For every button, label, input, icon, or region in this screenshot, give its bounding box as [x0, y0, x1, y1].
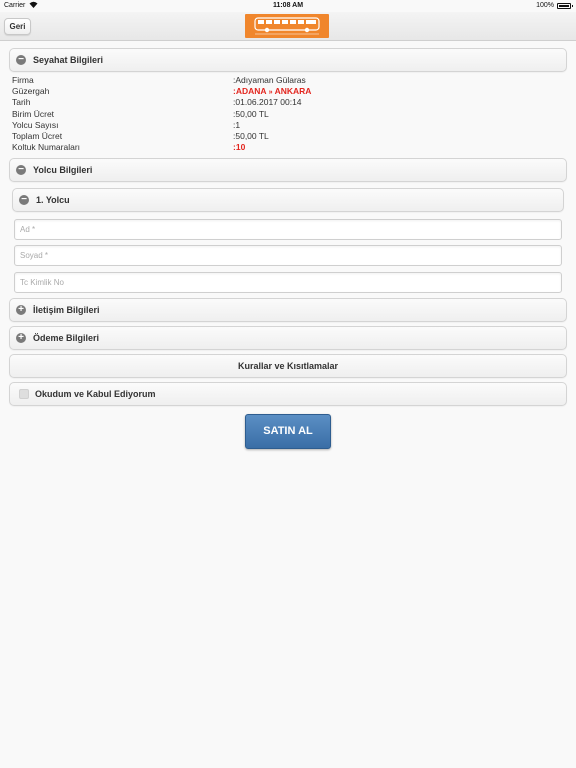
agree-checkbox-row[interactable]: Okudum ve Kabul Ediyorum	[9, 382, 567, 406]
first-name-input[interactable]: Ad *	[14, 219, 562, 240]
bus-logo-icon	[245, 14, 329, 38]
route-origin: ADANA	[235, 86, 267, 97]
contact-info-title: İletişim Bilgileri	[33, 305, 100, 315]
info-row-firma: Firma :Adıyaman Gülaras	[12, 75, 412, 86]
info-row-total: Toplam Ücret :50,00 TL	[12, 131, 412, 142]
info-value: :Adıyaman Gülaras	[233, 75, 306, 85]
travel-info-title: Seyahat Bilgileri	[33, 55, 104, 65]
travel-info-panel-header[interactable]: − Seyahat Bilgileri	[9, 48, 567, 72]
payment-info-panel-header[interactable]: + Ödeme Bilgileri	[9, 326, 567, 350]
travel-info-list: Firma :Adıyaman Gülaras Güzergah :ADANA …	[12, 75, 412, 153]
tc-id-input[interactable]: Tc Kimlik No	[14, 272, 562, 293]
passenger-info-panel-header[interactable]: − Yolcu Bilgileri	[9, 158, 567, 182]
info-label: Toplam Ücret	[12, 130, 63, 141]
info-label: Tarih	[12, 97, 31, 108]
info-row-unit-price: Birim Ücret :50,00 TL	[12, 109, 412, 120]
info-label: Güzergah	[12, 86, 50, 97]
passenger-1-panel-header[interactable]: − 1. Yolcu	[12, 188, 564, 212]
app-header: Geri	[0, 12, 576, 41]
rules-label: Kurallar ve Kısıtlamalar	[237, 361, 339, 371]
info-row-date: Tarih :01.06.2017 00:14	[12, 97, 412, 108]
collapse-minus-icon: −	[19, 195, 29, 205]
info-label: Yolcu Sayısı	[12, 119, 59, 130]
passenger-1-title: 1. Yolcu	[36, 195, 70, 205]
seat-value: :10	[233, 142, 245, 153]
expand-plus-icon: +	[16, 333, 26, 343]
clock: 11:08 AM	[272, 2, 304, 9]
info-row-seats: Koltuk Numaraları :10	[12, 142, 412, 153]
buy-button[interactable]: SATIN AL	[245, 414, 331, 449]
route-destination: ANKARA	[274, 86, 312, 97]
info-value: :1	[233, 119, 241, 130]
collapse-minus-icon: −	[16, 55, 26, 65]
agree-checkbox[interactable]	[19, 389, 29, 399]
status-bar: Carrier 11:08 AM 100%	[0, 0, 576, 12]
payment-info-title: Ödeme Bilgileri	[33, 333, 100, 343]
info-value: :50,00 TL	[233, 108, 269, 119]
passenger-info-title: Yolcu Bilgileri	[33, 165, 93, 175]
info-value: :01.06.2017 00:14	[233, 97, 302, 108]
agree-label: Okudum ve Kabul Ediyorum	[35, 389, 156, 399]
expand-plus-icon: +	[16, 305, 26, 315]
route-arrow: »	[268, 89, 273, 97]
info-value: :50,00 TL	[233, 130, 269, 141]
info-label: Koltuk Numaraları	[12, 142, 81, 153]
collapse-minus-icon: −	[16, 165, 26, 175]
info-row-route: Güzergah :ADANA » ANKARA	[12, 86, 412, 97]
info-label: Birim Ücret	[12, 108, 55, 119]
battery-icon	[557, 3, 573, 9]
last-name-input[interactable]: Soyad *	[14, 245, 562, 266]
battery-percent: 100%	[536, 2, 554, 9]
back-button[interactable]: Geri	[4, 18, 31, 35]
info-label: Firma	[12, 75, 34, 85]
seat-number: 10	[235, 142, 246, 153]
rules-button[interactable]: Kurallar ve Kısıtlamalar	[9, 354, 567, 378]
info-row-passenger-count: Yolcu Sayısı :1	[12, 120, 412, 131]
contact-info-panel-header[interactable]: + İletişim Bilgileri	[9, 298, 567, 322]
